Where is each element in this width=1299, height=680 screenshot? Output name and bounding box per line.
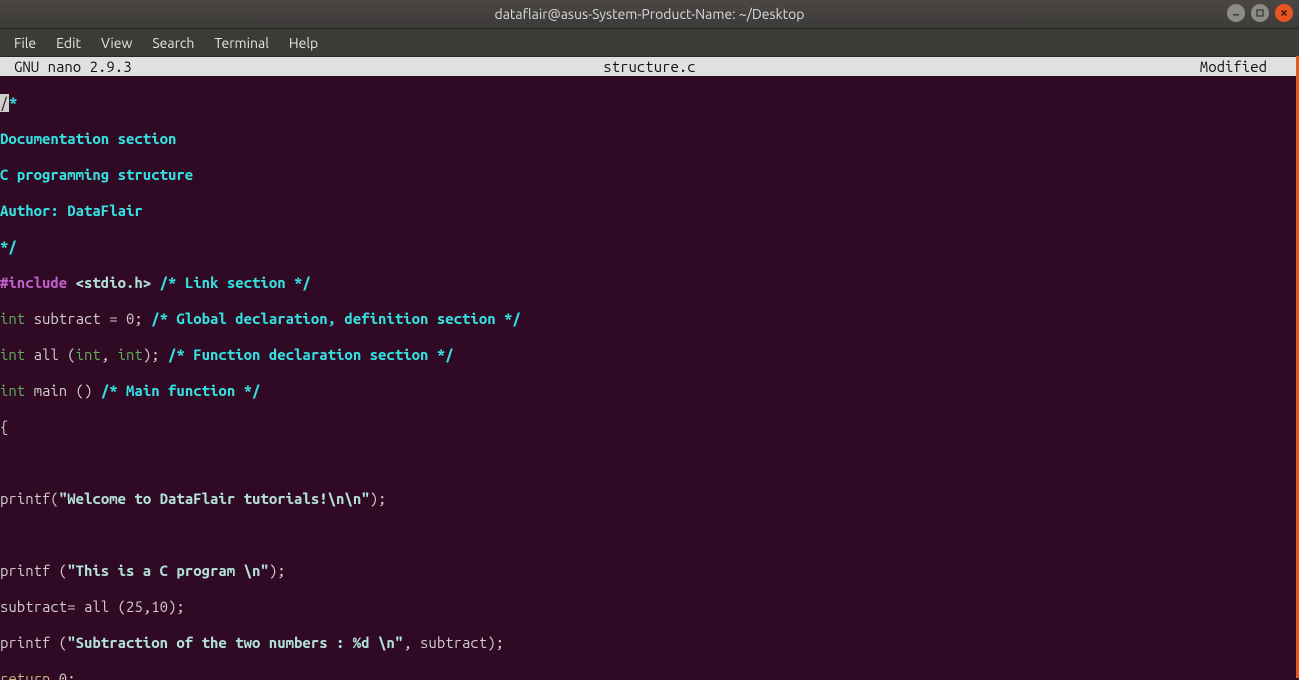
code-line: */ (0, 238, 1299, 256)
code-line: printf ("This is a C program \n"); (0, 562, 1299, 580)
menu-terminal[interactable]: Terminal (206, 32, 277, 54)
minimize-button[interactable] (1227, 4, 1245, 22)
nano-status-bar: GNU nano 2.9.3 structure.c Modified (0, 57, 1299, 76)
menu-bar: File Edit View Search Terminal Help (0, 29, 1299, 57)
window-titlebar: dataflair@asus-System-Product-Name: ~/De… (0, 0, 1299, 29)
window-controls (1227, 4, 1293, 22)
code-line: { (0, 418, 1299, 436)
code-line: Documentation section (0, 130, 1299, 148)
close-icon (1280, 9, 1288, 17)
menu-search[interactable]: Search (144, 32, 202, 54)
code-line: /* (0, 94, 1299, 112)
code-line: subtract= all (25,10); (0, 598, 1299, 616)
code-line: printf ("Subtraction of the two numbers … (0, 634, 1299, 652)
menu-help[interactable]: Help (281, 32, 326, 54)
code-line: int subtract = 0; /* Global declaration,… (0, 310, 1299, 328)
code-line: Author: DataFlair (0, 202, 1299, 220)
code-line (0, 526, 1299, 544)
code-line: return 0; (0, 670, 1299, 680)
minimize-icon (1232, 9, 1240, 17)
maximize-icon (1256, 9, 1264, 17)
code-line: int all (int, int); /* Function declarat… (0, 346, 1299, 364)
menu-file[interactable]: File (6, 32, 44, 54)
code-line: #include <stdio.h> /* Link section */ (0, 274, 1299, 292)
window-title: dataflair@asus-System-Product-Name: ~/De… (495, 6, 805, 22)
editor-area[interactable]: /* Documentation section C programming s… (0, 76, 1299, 680)
code-line: C programming structure (0, 166, 1299, 184)
code-line (0, 454, 1299, 472)
close-button[interactable] (1275, 4, 1293, 22)
menu-edit[interactable]: Edit (48, 32, 89, 54)
code-line: printf("Welcome to DataFlair tutorials!\… (0, 490, 1299, 508)
text-cursor: / (0, 94, 9, 112)
menu-view[interactable]: View (93, 32, 140, 54)
maximize-button[interactable] (1251, 4, 1269, 22)
nano-filename: structure.c (0, 57, 1299, 76)
code-line: int main () /* Main function */ (0, 382, 1299, 400)
